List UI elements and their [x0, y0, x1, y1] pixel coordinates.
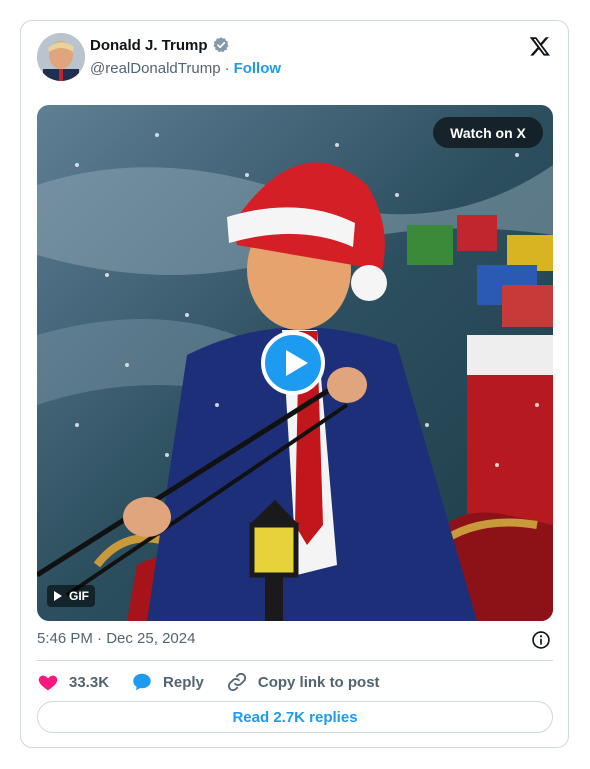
like-button[interactable]: 33.3K [37, 671, 109, 693]
copy-link-label: Copy link to post [257, 673, 380, 691]
copy-link-button[interactable]: Copy link to post [226, 671, 380, 693]
divider [37, 660, 553, 661]
watch-on-x-button[interactable]: Watch on X [433, 117, 543, 148]
play-small-icon [54, 591, 62, 601]
author-name[interactable]: Donald J. Trump [90, 37, 208, 54]
verified-badge-icon [212, 37, 229, 53]
reply-bubble-icon [133, 673, 151, 691]
reply-label: Reply [163, 673, 204, 691]
post-time: 5:46 PM [37, 630, 93, 647]
play-icon[interactable] [261, 331, 325, 395]
heart-icon [38, 675, 58, 691]
avatar[interactable] [37, 33, 85, 81]
gif-label: GIF [69, 589, 89, 603]
post-actions: 33.3K Reply Copy link to post [37, 669, 402, 695]
handle-separator: · [224, 60, 230, 77]
gif-badge: GIF [47, 585, 95, 607]
timestamp-separator: · [97, 630, 103, 647]
reply-button[interactable]: Reply [131, 671, 204, 693]
info-icon[interactable] [531, 630, 551, 650]
author-handle[interactable]: @realDonaldTrump [90, 60, 221, 77]
x-logo-icon[interactable] [529, 35, 551, 57]
link-icon [227, 672, 246, 692]
follow-link[interactable]: Follow [234, 60, 282, 77]
post-timestamp[interactable]: 5:46 PM · Dec 25, 2024 [37, 630, 195, 647]
like-count: 33.3K [69, 673, 110, 691]
gif-media[interactable]: Watch on X GIF [37, 105, 553, 621]
avatar-image [37, 33, 85, 81]
read-replies-button[interactable]: Read 2.7K replies [37, 701, 553, 733]
embedded-post-card[interactable]: Donald J. Trump @realDonaldTrump · Follo… [20, 20, 569, 748]
post-date: Dec 25, 2024 [106, 630, 196, 647]
